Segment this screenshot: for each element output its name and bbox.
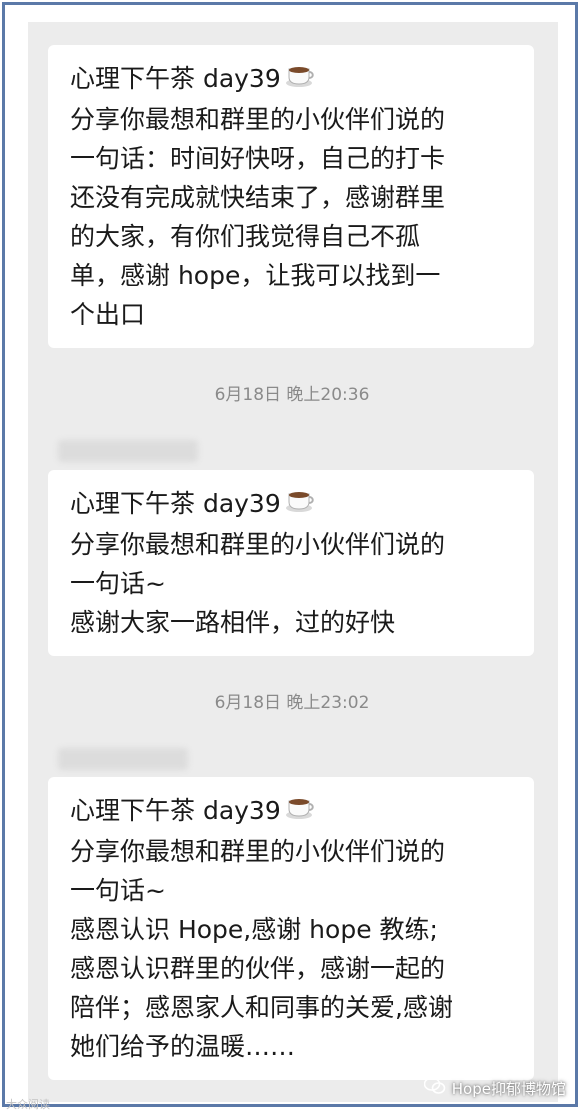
message-bubble-1[interactable]: 心理下午茶 day39 分享你最想和群里的小伙伴们说的 一句话：时间好快呀，自己… [48,45,534,348]
blurred-sender-name [58,748,188,770]
message-text-line: 分享你最想和群里的小伙伴们说的 [70,530,446,559]
watermark-right-text: Hope抑郁博物馆 [451,1079,566,1098]
message-text-line: 她们给予的温暖…… [70,1032,296,1061]
coffee-cup-icon [285,61,315,100]
message-bubble-3[interactable]: 心理下午茶 day39 分享你最想和群里的小伙伴们说的 一句话~ 感恩认识 Ho… [48,777,534,1080]
message-title: 心理下午茶 day39 [70,791,516,832]
message-text-line: 一句话~ [70,569,166,598]
watermark-left: 大众阅读 [6,1098,50,1111]
message-text-line: 的大家，有你们我觉得自己不孤 [70,222,421,251]
message-text-line: 感谢大家一路相伴，过的好快 [70,608,396,637]
blurred-sender-name [58,440,198,462]
message-title: 心理下午茶 day39 [70,59,516,100]
message-bubble-2[interactable]: 心理下午茶 day39 分享你最想和群里的小伙伴们说的 一句话~ 感谢大家一路相… [48,470,534,656]
message-text-line: 还没有完成就快结束了，感谢群里 [70,183,446,212]
coffee-cup-icon [285,486,315,525]
message-text-line: 感恩认识群里的伙伴，感谢一起的 [70,954,446,983]
message-text-line: 分享你最想和群里的小伙伴们说的 [70,105,446,134]
message-text-line: 个出口 [70,300,146,329]
wechat-icon [423,1077,446,1099]
message-text-line: 分享你最想和群里的小伙伴们说的 [70,837,446,866]
message-text-line: 一句话~ [70,876,166,905]
message-title: 心理下午茶 day39 [70,484,516,525]
message-text-line: 单，感谢 hope，让我可以找到一 [70,261,441,290]
message-text-line: 感恩认识 Hope,感谢 hope 教练; [70,915,438,944]
message-timestamp: 6月18日 晚上20:36 [214,385,370,405]
message-text-line: 陪伴；感恩家人和同事的关爱,感谢 [70,993,453,1022]
message-text-line: 一句话：时间好快呀，自己的打卡 [70,144,446,173]
watermark-right: Hope抑郁博物馆 [423,1077,566,1099]
message-timestamp: 6月18日 晚上23:02 [214,693,370,713]
coffee-cup-icon [285,793,315,832]
